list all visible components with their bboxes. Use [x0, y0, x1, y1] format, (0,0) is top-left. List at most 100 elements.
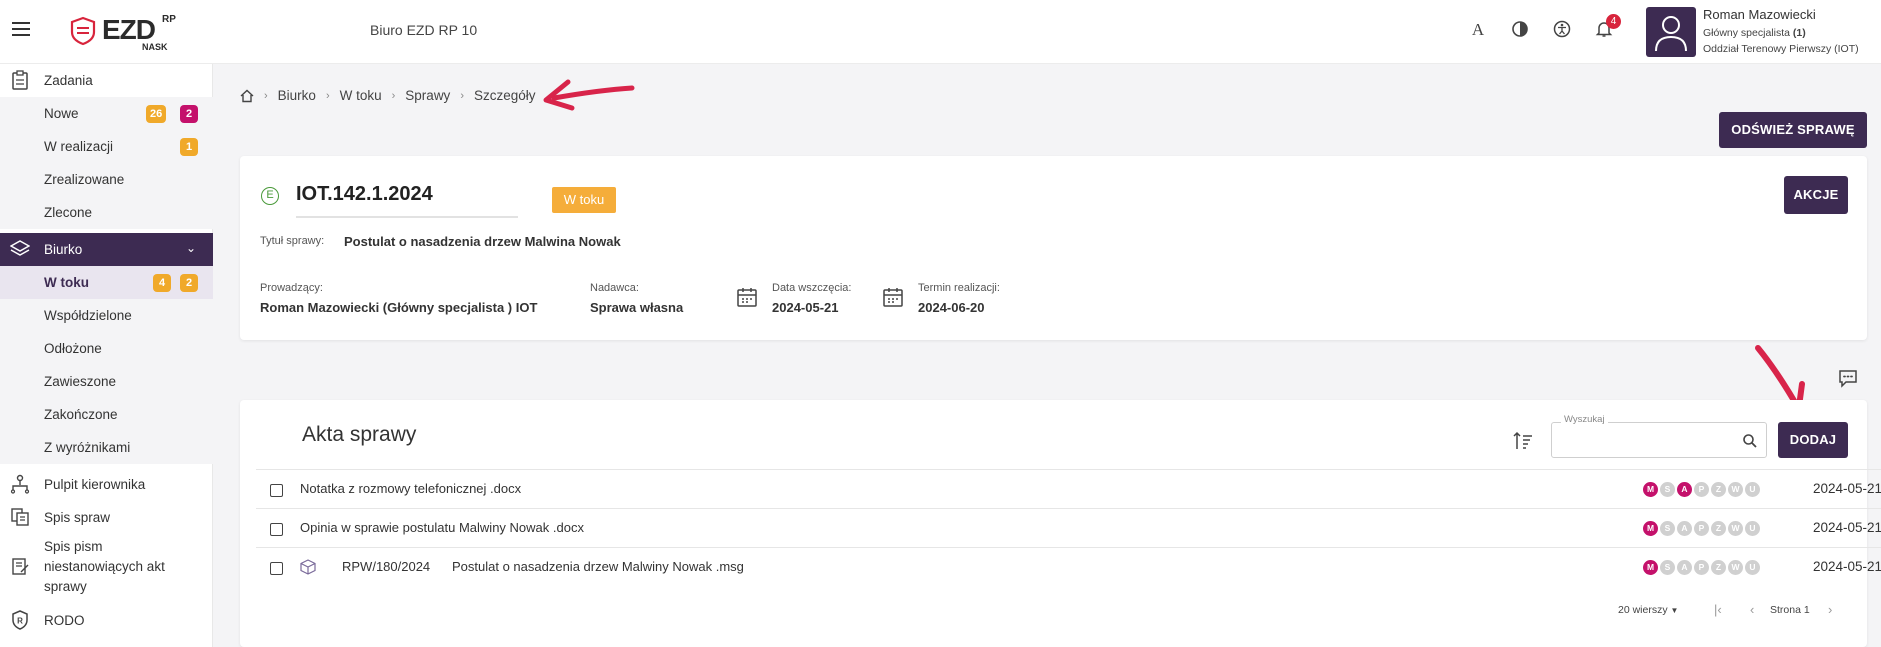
sidebar-item-rodo[interactable]: R RODO: [0, 604, 213, 637]
sidebar-item-label: Zadania: [44, 73, 93, 88]
row-file-name[interactable]: Postulat o nasadzenia drzew Malwiny Nowa…: [452, 559, 744, 574]
next-page-icon[interactable]: ›: [1828, 602, 1832, 617]
sidebar-item-odlozone[interactable]: Odłożone: [0, 332, 213, 365]
actions-button[interactable]: AKCJE: [1784, 176, 1848, 214]
sidebar-item-spis-pism[interactable]: Spis pism niestanowiących akt sprawy: [0, 535, 213, 599]
sidebar-item-zawieszone[interactable]: Zawieszone: [0, 365, 213, 398]
flag-badge: S: [1660, 521, 1675, 536]
home-icon[interactable]: [240, 89, 254, 103]
count-badge: 2: [180, 274, 198, 292]
row-flags: MSAPZWU: [1643, 521, 1760, 536]
sidebar-item-z-wyroznikami[interactable]: Z wyróżnikami: [0, 431, 213, 464]
rows-per-page-value: 20 wierszy: [1618, 604, 1668, 616]
sidebar: Zadania Nowe 26 2 W realizacji 1 Zrealiz…: [0, 64, 213, 647]
flag-badge: Z: [1711, 560, 1726, 575]
chevron-right-icon: ›: [391, 89, 396, 102]
font-size-icon[interactable]: A: [1468, 20, 1488, 40]
row-flags: MSAPZWU: [1643, 482, 1760, 497]
sidebar-item-wspoldzielone[interactable]: Współdzielone: [0, 299, 213, 332]
bell-icon[interactable]: 4: [1594, 14, 1621, 40]
count-badge: 1: [180, 138, 198, 156]
calendar-icon: [737, 288, 757, 307]
sidebar-item-label: Zlecone: [44, 205, 93, 220]
flag-badge: Z: [1711, 521, 1726, 536]
sort-icon[interactable]: [1512, 430, 1534, 452]
avatar[interactable]: [1646, 7, 1696, 57]
start-date-value: 2024-05-21: [772, 300, 839, 315]
lead-value: Roman Mazowiecki (Główny specjalista ) I…: [260, 300, 538, 315]
sidebar-item-label: Pulpit kierownika: [44, 477, 146, 492]
breadcrumb-item[interactable]: W toku: [340, 88, 382, 103]
sidebar-item-biurko[interactable]: Biurko ⌄: [0, 233, 213, 266]
section-title: Akta sprawy: [302, 423, 417, 446]
rows-per-page-select[interactable]: 20 wierszy ▼: [1618, 604, 1678, 616]
sidebar-item-zadania[interactable]: Zadania: [0, 64, 213, 97]
shield-icon: R: [10, 610, 30, 630]
refresh-case-button[interactable]: ODŚWIEŻ SPRAWĘ: [1719, 112, 1867, 148]
sidebar-item-label: Z wyróżnikami: [44, 440, 131, 455]
search-icon[interactable]: [1742, 433, 1758, 449]
sidebar-item-spis-spraw[interactable]: Spis spraw: [0, 501, 213, 534]
calendar-icon: [883, 288, 903, 307]
sidebar-item-w-toku[interactable]: W toku 4 2: [0, 266, 213, 299]
sidebar-item-zakonczone[interactable]: Zakończone: [0, 398, 213, 431]
user-icon: [1655, 16, 1687, 52]
table-row[interactable]: Opinia w sprawie postulatu Malwiny Nowak…: [256, 508, 1881, 547]
page-label: Strona 1: [1770, 604, 1810, 616]
ezd-logo[interactable]: EZD RP NASK: [68, 14, 188, 54]
breadcrumb-item-current: Szczegóły: [473, 88, 536, 103]
sidebar-item-nowe[interactable]: Nowe 26 2: [0, 97, 213, 130]
first-page-icon[interactable]: |‹: [1714, 602, 1722, 617]
sidebar-item-label: Zawieszone: [44, 374, 117, 389]
logo-sub: NASK: [142, 42, 168, 52]
user-name[interactable]: Roman Mazowiecki: [1703, 7, 1816, 22]
case-id: IOT.142.1.2024: [296, 183, 433, 205]
comment-icon[interactable]: [1838, 368, 1858, 388]
sidebar-item-label: W realizacji: [44, 139, 114, 154]
menu-icon[interactable]: [12, 22, 30, 36]
chevron-down-icon[interactable]: ⌄: [186, 241, 196, 255]
row-checkbox[interactable]: [270, 484, 283, 497]
flag-badge: M: [1643, 560, 1658, 575]
table-row[interactable]: RPW/180/2024 Postulat o nasadzenia drzew …: [256, 547, 1881, 586]
search-label: Wyszukaj: [1561, 414, 1608, 425]
row-file-name[interactable]: Notatka z rozmowy telefonicznej .docx: [300, 481, 521, 496]
table-row[interactable]: Notatka z rozmowy telefonicznej .docx M S A…: [256, 469, 1881, 508]
electronic-case-icon: E: [261, 187, 279, 205]
sidebar-item-zrealizowane[interactable]: Zrealizowane: [0, 163, 213, 196]
due-date-label: Termin realizacji:: [918, 282, 1000, 294]
count-badge: 4: [153, 274, 171, 292]
row-checkbox[interactable]: [270, 523, 283, 536]
sidebar-item-zlecone[interactable]: Zlecone: [0, 196, 213, 229]
case-files-card: Akta sprawy Wyszukaj DODAJ Notatka z roz…: [240, 400, 1881, 647]
row-file-name[interactable]: Opinia w sprawie postulatu Malwiny Nowak…: [300, 520, 584, 535]
case-title-value: Postulat o nasadzenia drzew Malwina Nowa…: [344, 234, 621, 249]
sidebar-item-pulpit[interactable]: Pulpit kierownika: [0, 468, 213, 501]
row-date: 2024-05-21: [1813, 481, 1881, 496]
row-checkbox[interactable]: [270, 562, 283, 575]
caret-down-icon: ▼: [1670, 606, 1679, 615]
row-reference: RPW/180/2024: [342, 559, 431, 574]
svg-text:R: R: [17, 617, 23, 626]
flag-badge: A: [1677, 482, 1692, 497]
flag-badge: M: [1643, 482, 1658, 497]
accessibility-icon[interactable]: [1552, 20, 1572, 40]
sidebar-item-label: Biurko: [44, 242, 83, 257]
logo-mark-icon: [70, 16, 96, 46]
contrast-icon[interactable]: [1510, 20, 1530, 40]
add-button[interactable]: DODAJ: [1778, 422, 1848, 458]
divider: [296, 216, 518, 218]
breadcrumb-item[interactable]: Sprawy: [405, 88, 450, 103]
prev-page-icon[interactable]: ‹: [1750, 602, 1754, 617]
due-date-value: 2024-06-20: [918, 300, 985, 315]
start-date-label: Data wszczęcia:: [772, 282, 852, 294]
search-input[interactable]: [1551, 422, 1767, 458]
sender-value: Sprawa własna: [590, 300, 684, 315]
breadcrumb-item[interactable]: Biurko: [278, 88, 316, 103]
documents-icon: [10, 507, 30, 527]
sidebar-item-w-realizacji[interactable]: W realizacji 1: [0, 130, 213, 163]
sidebar-item-label: W toku: [44, 275, 89, 290]
flag-badge: Z: [1711, 482, 1726, 497]
sidebar-item-label: Odłożone: [44, 341, 102, 356]
layers-icon: [9, 239, 31, 259]
